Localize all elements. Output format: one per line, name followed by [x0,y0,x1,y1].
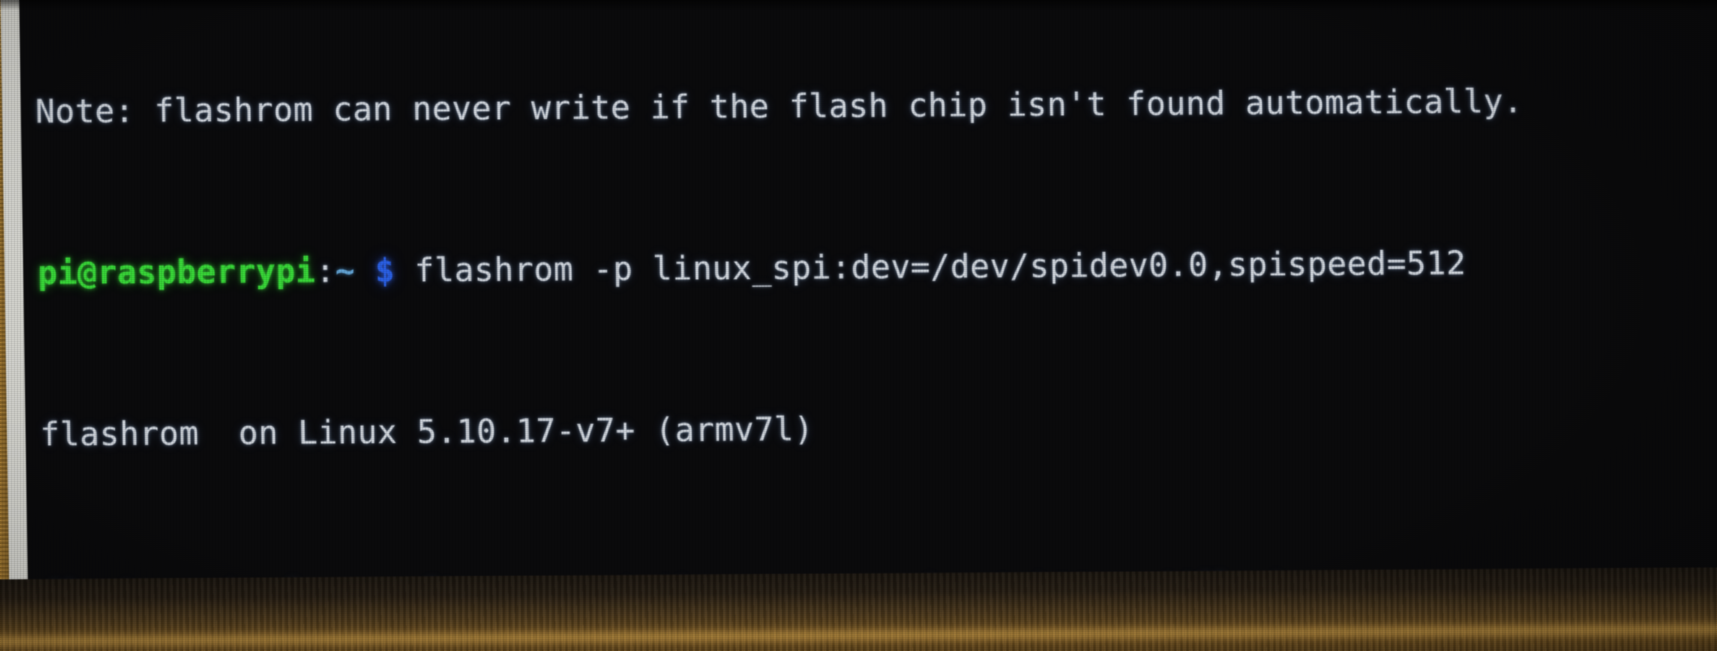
terminal-output[interactable]: Note: flashrom can never write if the fl… [33,0,1717,582]
terminal-line-note: Note: flashrom can never write if the fl… [35,83,1524,131]
terminal-line-prompt-command[interactable]: pi@raspberrypi:~ $ flashrom -p linux_spi… [37,242,1717,294]
command-text: flashrom -p linux_spi:dev=/dev/spidev0.0… [394,245,1467,290]
terminal-screen[interactable]: Note: flashrom can never write if the fl… [18,0,1717,583]
photo-of-terminal-screen: Note: flashrom can never write if the fl… [0,0,1717,651]
prompt-path: ~ [334,252,356,291]
prompt-separator: : [315,253,336,291]
terminal-line-version: flashrom on Linux 5.10.17-v7+ (armv7l) [39,411,814,454]
prompt-user-host: pi@raspberrypi [37,253,316,293]
prompt-dollar-icon: $ [374,252,396,291]
monitor-perspective-wrapper: Note: flashrom can never write if the fl… [0,0,1717,651]
